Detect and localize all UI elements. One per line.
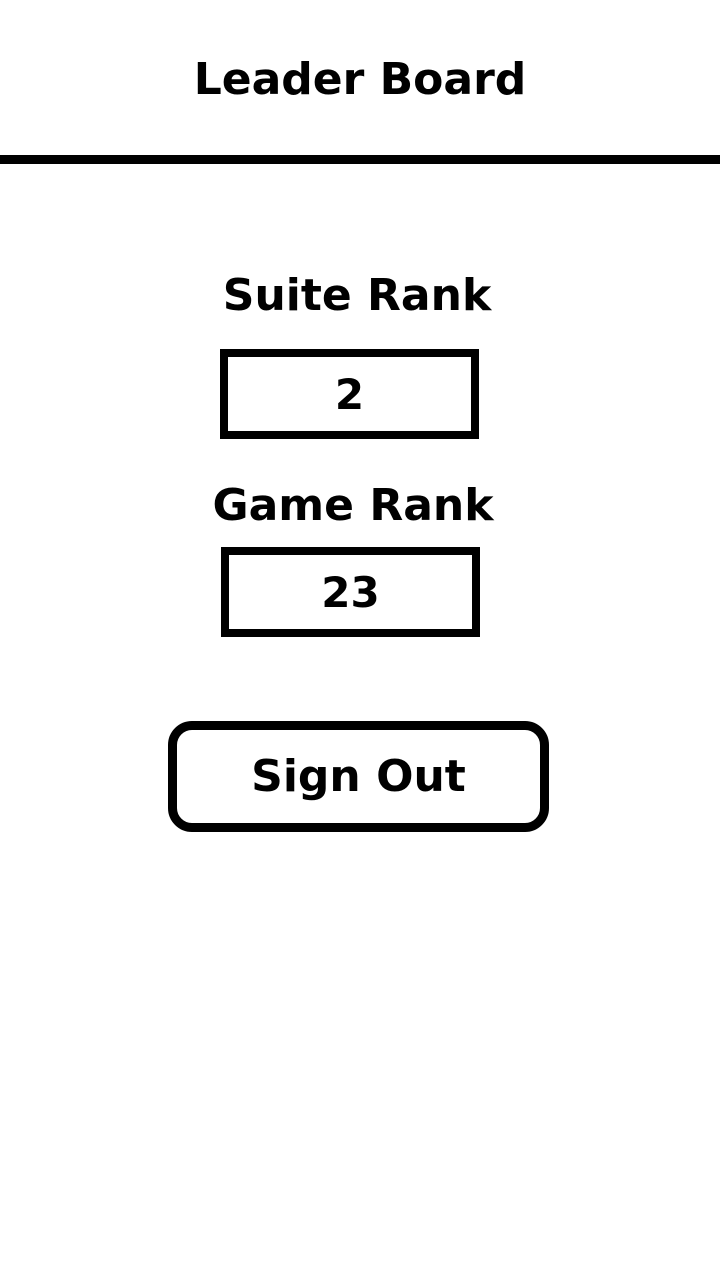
sign-out-button[interactable]: Sign Out: [168, 721, 549, 832]
header-divider: [0, 155, 720, 164]
game-rank-value: 23: [221, 547, 480, 637]
suite-rank-label: Suite Rank: [222, 270, 492, 321]
header: Leader Board: [0, 0, 720, 155]
page-title: Leader Board: [193, 54, 527, 105]
game-rank-label: Game Rank: [212, 480, 494, 531]
suite-rank-value: 2: [220, 349, 479, 439]
